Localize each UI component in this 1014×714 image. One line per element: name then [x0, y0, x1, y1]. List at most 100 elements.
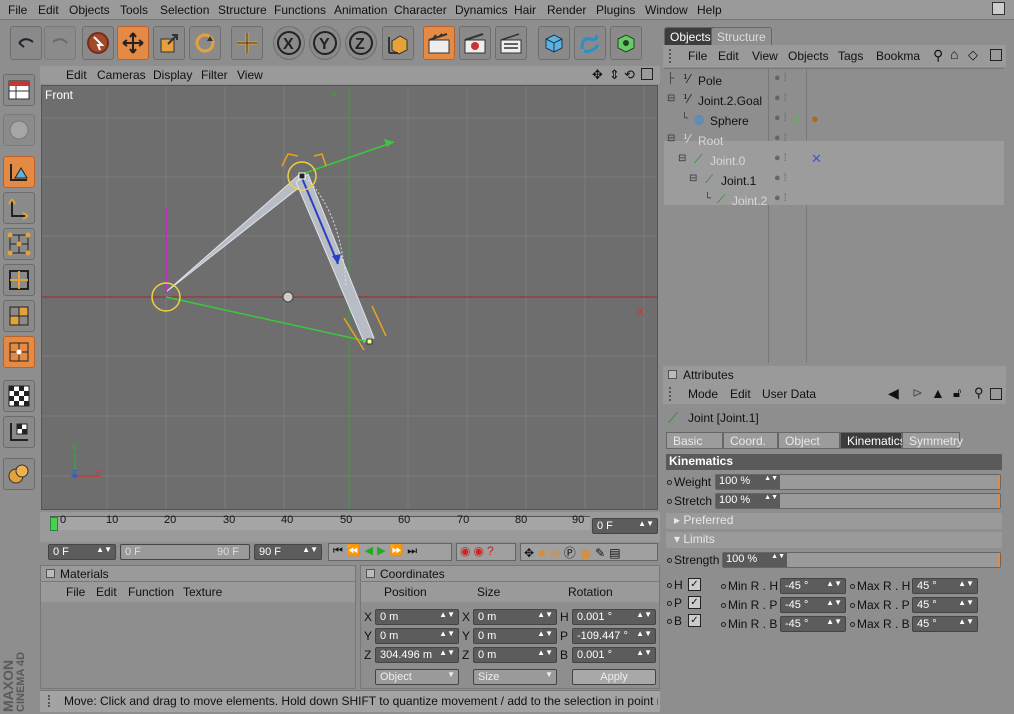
min-rp-field[interactable]: -45 ° ▲▼	[780, 597, 846, 613]
render-picture-viewer-button[interactable]	[459, 26, 491, 60]
coordinate-system-button[interactable]	[382, 26, 414, 60]
om-menu-bookmarks[interactable]: Bookma	[876, 49, 920, 63]
list-item[interactable]: ⊟ ⅟ Joint.2.Goal ●⁞	[664, 91, 1004, 111]
current-frame-field[interactable]: 0 F ▲▼	[592, 518, 658, 534]
go-to-end-icon[interactable]: ⏭	[407, 545, 421, 557]
menu-file[interactable]: File	[8, 3, 27, 17]
tab-basic[interactable]: Basic	[666, 432, 723, 449]
frame-range-slider[interactable]: 0 F 90 F	[120, 544, 250, 560]
tab-coord[interactable]: Coord.	[723, 432, 778, 449]
viewport-maximize-icon[interactable]	[641, 68, 653, 80]
menu-functions[interactable]: Functions	[274, 3, 326, 17]
play-forward-icon[interactable]: ▶	[377, 545, 389, 557]
limit-b-checkbox[interactable]: ✓	[688, 614, 701, 627]
redo-button[interactable]	[44, 26, 76, 60]
y-axis-lock-button[interactable]: Y	[309, 26, 341, 60]
use-polygons-tool-button[interactable]	[3, 300, 35, 332]
cube-primitive-button[interactable]	[538, 26, 570, 60]
attr-menu-user-data[interactable]: User Data	[762, 387, 816, 401]
materials-menu-edit[interactable]: Edit	[96, 585, 117, 599]
lock-icon[interactable]: 🔓︎	[953, 385, 961, 401]
back-arrow-icon[interactable]: ◀	[888, 385, 899, 402]
start-frame-field[interactable]: 0 F ▲▼	[48, 544, 116, 560]
timeline-track[interactable]	[50, 516, 590, 531]
max-rp-field[interactable]: 45 ° ▲▼	[912, 597, 978, 613]
menu-animation[interactable]: Animation	[334, 3, 387, 17]
rotation-b-field[interactable]: 0.001 ° ▲▼	[572, 647, 656, 663]
visibility-dots-icon[interactable]: ●⁞	[774, 172, 790, 184]
size-x-field[interactable]: 0 m ▲▼	[473, 609, 557, 625]
materials-menu-file[interactable]: File	[66, 585, 85, 599]
new-window-icon[interactable]	[990, 49, 1002, 61]
list-item[interactable]: ├ ⅟ Pole ●⁞	[664, 71, 1004, 91]
end-frame-field[interactable]: 90 F ▲▼	[254, 544, 322, 560]
menu-structure[interactable]: Structure	[218, 3, 267, 17]
autokey-icon[interactable]: ◉	[473, 544, 486, 558]
menu-render[interactable]: Render	[547, 3, 586, 17]
x-axis-lock-button[interactable]: X	[273, 26, 305, 60]
list-item[interactable]: ⊟ ⟋ Joint.1 ●⁞	[664, 171, 1004, 191]
pin-icon[interactable]: ⚲	[974, 385, 984, 401]
transform-tool-button[interactable]	[231, 26, 263, 60]
z-axis-lock-button[interactable]: Z	[345, 26, 377, 60]
materials-menu-function[interactable]: Function	[128, 585, 174, 599]
strength-slider[interactable]: 100 % ▲▼	[722, 552, 1001, 568]
viewport-move-icon[interactable]: ✥	[592, 67, 603, 83]
panel-toggle-icon[interactable]	[668, 370, 677, 379]
record-key-icon[interactable]: ◉	[460, 544, 473, 558]
apply-button[interactable]: Apply	[572, 669, 656, 685]
om-menu-objects[interactable]: Objects	[788, 49, 829, 63]
menu-help[interactable]: Help	[697, 3, 722, 17]
tab-structure[interactable]: Structure	[711, 27, 772, 45]
move-tool-button[interactable]	[117, 26, 149, 60]
search-icon[interactable]: ⚲	[933, 47, 943, 64]
visibility-dots-icon[interactable]: ●⁞	[774, 192, 790, 204]
use-edges-tool-button[interactable]	[3, 264, 35, 296]
stretch-slider[interactable]: 100 % ▲▼	[715, 493, 1001, 509]
paint-tool-button[interactable]	[3, 458, 35, 490]
tab-object[interactable]: Object	[778, 432, 840, 449]
viewport-rotate-icon[interactable]: ⟲	[624, 67, 635, 83]
scheme-icon[interactable]: ✎	[595, 546, 609, 560]
render-settings-button[interactable]	[495, 26, 527, 60]
enable-snapping-button[interactable]	[3, 380, 35, 412]
next-key-icon[interactable]: ⏩	[390, 545, 408, 557]
keyframe-selection-icon[interactable]: ?	[487, 544, 497, 558]
home-icon[interactable]: ⌂	[950, 46, 958, 62]
menu-selection[interactable]: Selection	[160, 3, 209, 17]
strength-slider-handle[interactable]	[998, 553, 1000, 567]
use-model-tool-button[interactable]	[3, 74, 35, 106]
up-arrow-icon[interactable]: ▲	[931, 385, 945, 401]
timeline-playhead[interactable]	[50, 517, 58, 531]
tab-objects[interactable]: Objects	[664, 27, 717, 45]
limit-p-checkbox[interactable]: ✓	[688, 596, 701, 609]
use-points-tool-button[interactable]	[3, 228, 35, 260]
menu-window[interactable]: Window	[645, 3, 688, 17]
panel-toggle-icon[interactable]	[366, 569, 375, 578]
list-item[interactable]: ⊟ ⟋ Joint.0 ●⁞ ✕	[664, 151, 1004, 171]
om-menu-edit[interactable]: Edit	[718, 49, 739, 63]
viewport-front[interactable]: Front Y X Y Z X	[41, 85, 658, 510]
previous-key-icon[interactable]: ⏪	[347, 545, 365, 557]
menu-objects[interactable]: Objects	[69, 3, 110, 17]
tab-kinematics[interactable]: Kinematics	[840, 432, 906, 449]
weight-slider[interactable]: 100 % ▲▼	[715, 474, 1001, 490]
size-y-field[interactable]: 0 m ▲▼	[473, 628, 557, 644]
viewport-menu-cameras[interactable]: Cameras	[97, 68, 146, 82]
min-rb-field[interactable]: -45 ° ▲▼	[780, 616, 846, 632]
position-y-field[interactable]: 0 m ▲▼	[375, 628, 459, 644]
use-axis-tool-button[interactable]	[3, 192, 35, 224]
new-window-icon[interactable]	[990, 388, 1002, 400]
panel-toggle-icon[interactable]	[46, 569, 55, 578]
nurbs-button[interactable]	[610, 26, 642, 60]
timeline-ruler[interactable]: 0 10 20 30 40 50 60 70 80 90 0 F ▲▼	[40, 512, 660, 542]
play-backward-icon[interactable]: ◀	[365, 545, 377, 557]
menu-tools[interactable]: Tools	[120, 3, 148, 17]
list-item[interactable]: └ ⟋ Joint.2 ●⁞	[664, 191, 1004, 211]
coordinate-mode-dropdown[interactable]: Object ▼	[375, 669, 459, 685]
stretch-slider-handle[interactable]	[998, 494, 1000, 508]
key-position-icon[interactable]: ✥	[524, 546, 538, 560]
key-rotation-icon[interactable]: ◎	[549, 546, 563, 560]
size-z-field[interactable]: 0 m ▲▼	[473, 647, 557, 663]
check-icon[interactable]: ✓	[792, 112, 802, 126]
